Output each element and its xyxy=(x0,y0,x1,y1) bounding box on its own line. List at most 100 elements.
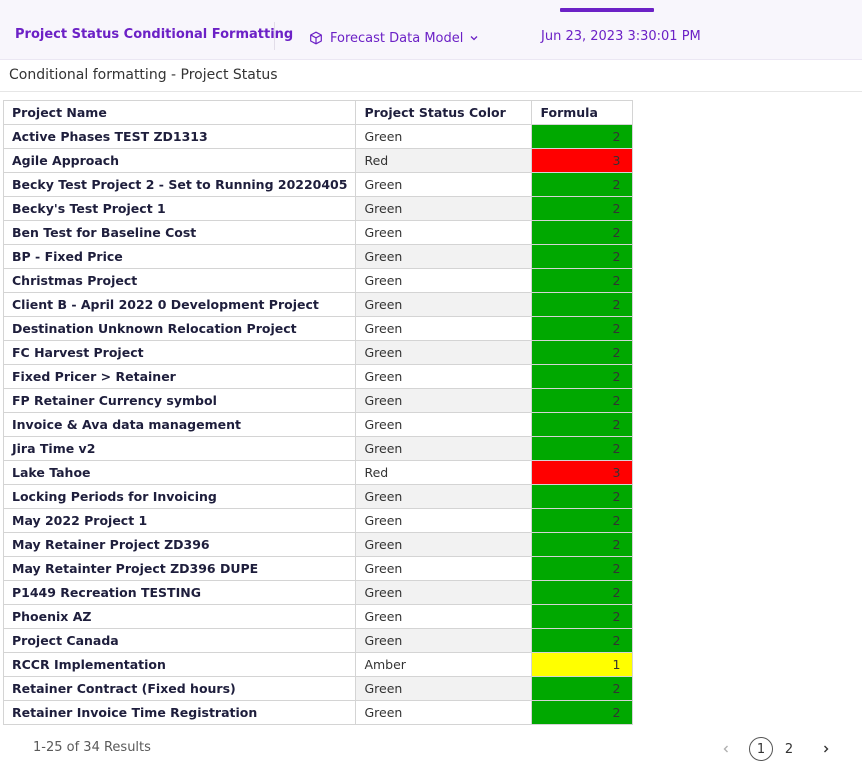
project-status-color-cell: Green xyxy=(355,244,533,269)
formula-cell: 2 xyxy=(531,484,634,509)
project-status-table: Project Name Project Status Color Formul… xyxy=(2,100,634,725)
header-divider xyxy=(274,22,275,50)
project-status-color-cell: Green xyxy=(355,508,533,533)
table-row: Client B - April 2022 0 Development Proj… xyxy=(2,292,634,317)
project-name-cell: Jira Time v2 xyxy=(2,436,357,461)
table-row: RCCR Implementation Amber 1 xyxy=(2,652,634,677)
table-row: Invoice & Ava data management Green 2 xyxy=(2,412,634,437)
project-status-color-cell: Green xyxy=(355,316,533,341)
project-name-cell: Becky Test Project 2 - Set to Running 20… xyxy=(2,172,357,197)
project-name-cell: Becky's Test Project 1 xyxy=(2,196,357,221)
table-row: P1449 Recreation TESTING Green 2 xyxy=(2,580,634,605)
formula-cell: 2 xyxy=(531,364,634,389)
project-status-color-cell: Green xyxy=(355,340,533,365)
project-name-cell: Agile Approach xyxy=(2,148,357,173)
formula-cell: 2 xyxy=(531,316,634,341)
project-status-color-cell: Red xyxy=(355,148,533,173)
project-status-color-cell: Green xyxy=(355,604,533,629)
project-name-cell: May 2022 Project 1 xyxy=(2,508,357,533)
table-row: Active Phases TEST ZD1313 Green 2 xyxy=(2,124,634,149)
column-header-project-name[interactable]: Project Name xyxy=(2,100,357,125)
page-button-2[interactable]: 2 xyxy=(777,737,801,761)
table-row: Phoenix AZ Green 2 xyxy=(2,604,634,629)
section-title: Conditional formatting - Project Status xyxy=(9,67,278,83)
table-row: FP Retainer Currency symbol Green 2 xyxy=(2,388,634,413)
table-row: Becky's Test Project 1 Green 2 xyxy=(2,196,634,221)
project-status-color-cell: Green xyxy=(355,532,533,557)
project-status-color-cell: Green xyxy=(355,412,533,437)
table-row: BP - Fixed Price Green 2 xyxy=(2,244,634,269)
project-status-color-cell: Green xyxy=(355,700,533,725)
results-count: 1-25 of 34 Results xyxy=(33,740,151,755)
project-status-color-cell: Green xyxy=(355,220,533,245)
table-row: Locking Periods for Invoicing Green 2 xyxy=(2,484,634,509)
formula-cell: 2 xyxy=(531,124,634,149)
project-name-cell: FP Retainer Currency symbol xyxy=(2,388,357,413)
chevron-right-icon[interactable] xyxy=(816,739,836,759)
data-model-label: Forecast Data Model xyxy=(330,30,464,46)
project-name-cell: Client B - April 2022 0 Development Proj… xyxy=(2,292,357,317)
pagination: 1 2 xyxy=(716,737,836,761)
formula-cell: 2 xyxy=(531,196,634,221)
project-name-cell: P1449 Recreation TESTING xyxy=(2,580,357,605)
project-status-color-cell: Green xyxy=(355,556,533,581)
project-name-cell: Phoenix AZ xyxy=(2,604,357,629)
project-name-cell: May Retainer Project ZD396 xyxy=(2,532,357,557)
project-name-cell: Christmas Project xyxy=(2,268,357,293)
table-row: Becky Test Project 2 - Set to Running 20… xyxy=(2,172,634,197)
formula-cell: 2 xyxy=(531,580,634,605)
project-name-cell: Invoice & Ava data management xyxy=(2,412,357,437)
project-name-cell: Retainer Invoice Time Registration xyxy=(2,700,357,725)
formula-cell: 2 xyxy=(531,532,634,557)
formula-cell: 2 xyxy=(531,220,634,245)
project-status-color-cell: Green xyxy=(355,676,533,701)
page-button-1[interactable]: 1 xyxy=(749,737,773,761)
table-row: Ben Test for Baseline Cost Green 2 xyxy=(2,220,634,245)
table-row: Lake Tahoe Red 3 xyxy=(2,460,634,485)
formula-cell: 2 xyxy=(531,292,634,317)
formula-cell: 2 xyxy=(531,412,634,437)
formula-cell: 2 xyxy=(531,628,634,653)
formula-cell: 3 xyxy=(531,460,634,485)
data-model-selector[interactable]: Forecast Data Model xyxy=(309,29,479,47)
formula-cell: 2 xyxy=(531,700,634,725)
chevron-down-icon xyxy=(469,33,479,43)
project-name-cell: Lake Tahoe xyxy=(2,460,357,485)
table-row: FC Harvest Project Green 2 xyxy=(2,340,634,365)
table-row: Christmas Project Green 2 xyxy=(2,268,634,293)
project-name-cell: May Retainter Project ZD396 DUPE xyxy=(2,556,357,581)
project-status-color-cell: Amber xyxy=(355,652,533,677)
project-name-cell: Destination Unknown Relocation Project xyxy=(2,316,357,341)
column-header-formula[interactable]: Formula xyxy=(531,100,634,125)
formula-cell: 2 xyxy=(531,244,634,269)
project-name-cell: Locking Periods for Invoicing xyxy=(2,484,357,509)
column-header-status-color[interactable]: Project Status Color xyxy=(355,100,533,125)
table-row: Jira Time v2 Green 2 xyxy=(2,436,634,461)
project-name-cell: Active Phases TEST ZD1313 xyxy=(2,124,357,149)
cube-icon xyxy=(309,31,323,45)
project-status-color-cell: Green xyxy=(355,364,533,389)
project-status-color-cell: Green xyxy=(355,388,533,413)
project-name-cell: Ben Test for Baseline Cost xyxy=(2,220,357,245)
active-tab-indicator xyxy=(560,8,654,12)
table-header-row: Project Name Project Status Color Formul… xyxy=(2,100,634,125)
formula-cell: 2 xyxy=(531,508,634,533)
formula-cell: 2 xyxy=(531,604,634,629)
project-status-color-cell: Green xyxy=(355,484,533,509)
project-status-color-cell: Green xyxy=(355,124,533,149)
project-name-cell: BP - Fixed Price xyxy=(2,244,357,269)
project-status-color-cell: Green xyxy=(355,268,533,293)
table-row: Retainer Invoice Time Registration Green 2 xyxy=(2,700,634,725)
formula-cell: 2 xyxy=(531,340,634,365)
project-name-cell: Fixed Pricer > Retainer xyxy=(2,364,357,389)
project-status-color-cell: Green xyxy=(355,292,533,317)
chevron-left-icon[interactable] xyxy=(716,739,736,759)
project-status-color-cell: Green xyxy=(355,172,533,197)
table-row: Retainer Contract (Fixed hours) Green 2 xyxy=(2,676,634,701)
project-status-color-cell: Green xyxy=(355,436,533,461)
table-row: Destination Unknown Relocation Project Gr… xyxy=(2,316,634,341)
project-name-cell: Project Canada xyxy=(2,628,357,653)
project-status-color-cell: Green xyxy=(355,580,533,605)
project-name-cell: RCCR Implementation xyxy=(2,652,357,677)
report-title[interactable]: Project Status Conditional Formatting xyxy=(15,27,293,42)
